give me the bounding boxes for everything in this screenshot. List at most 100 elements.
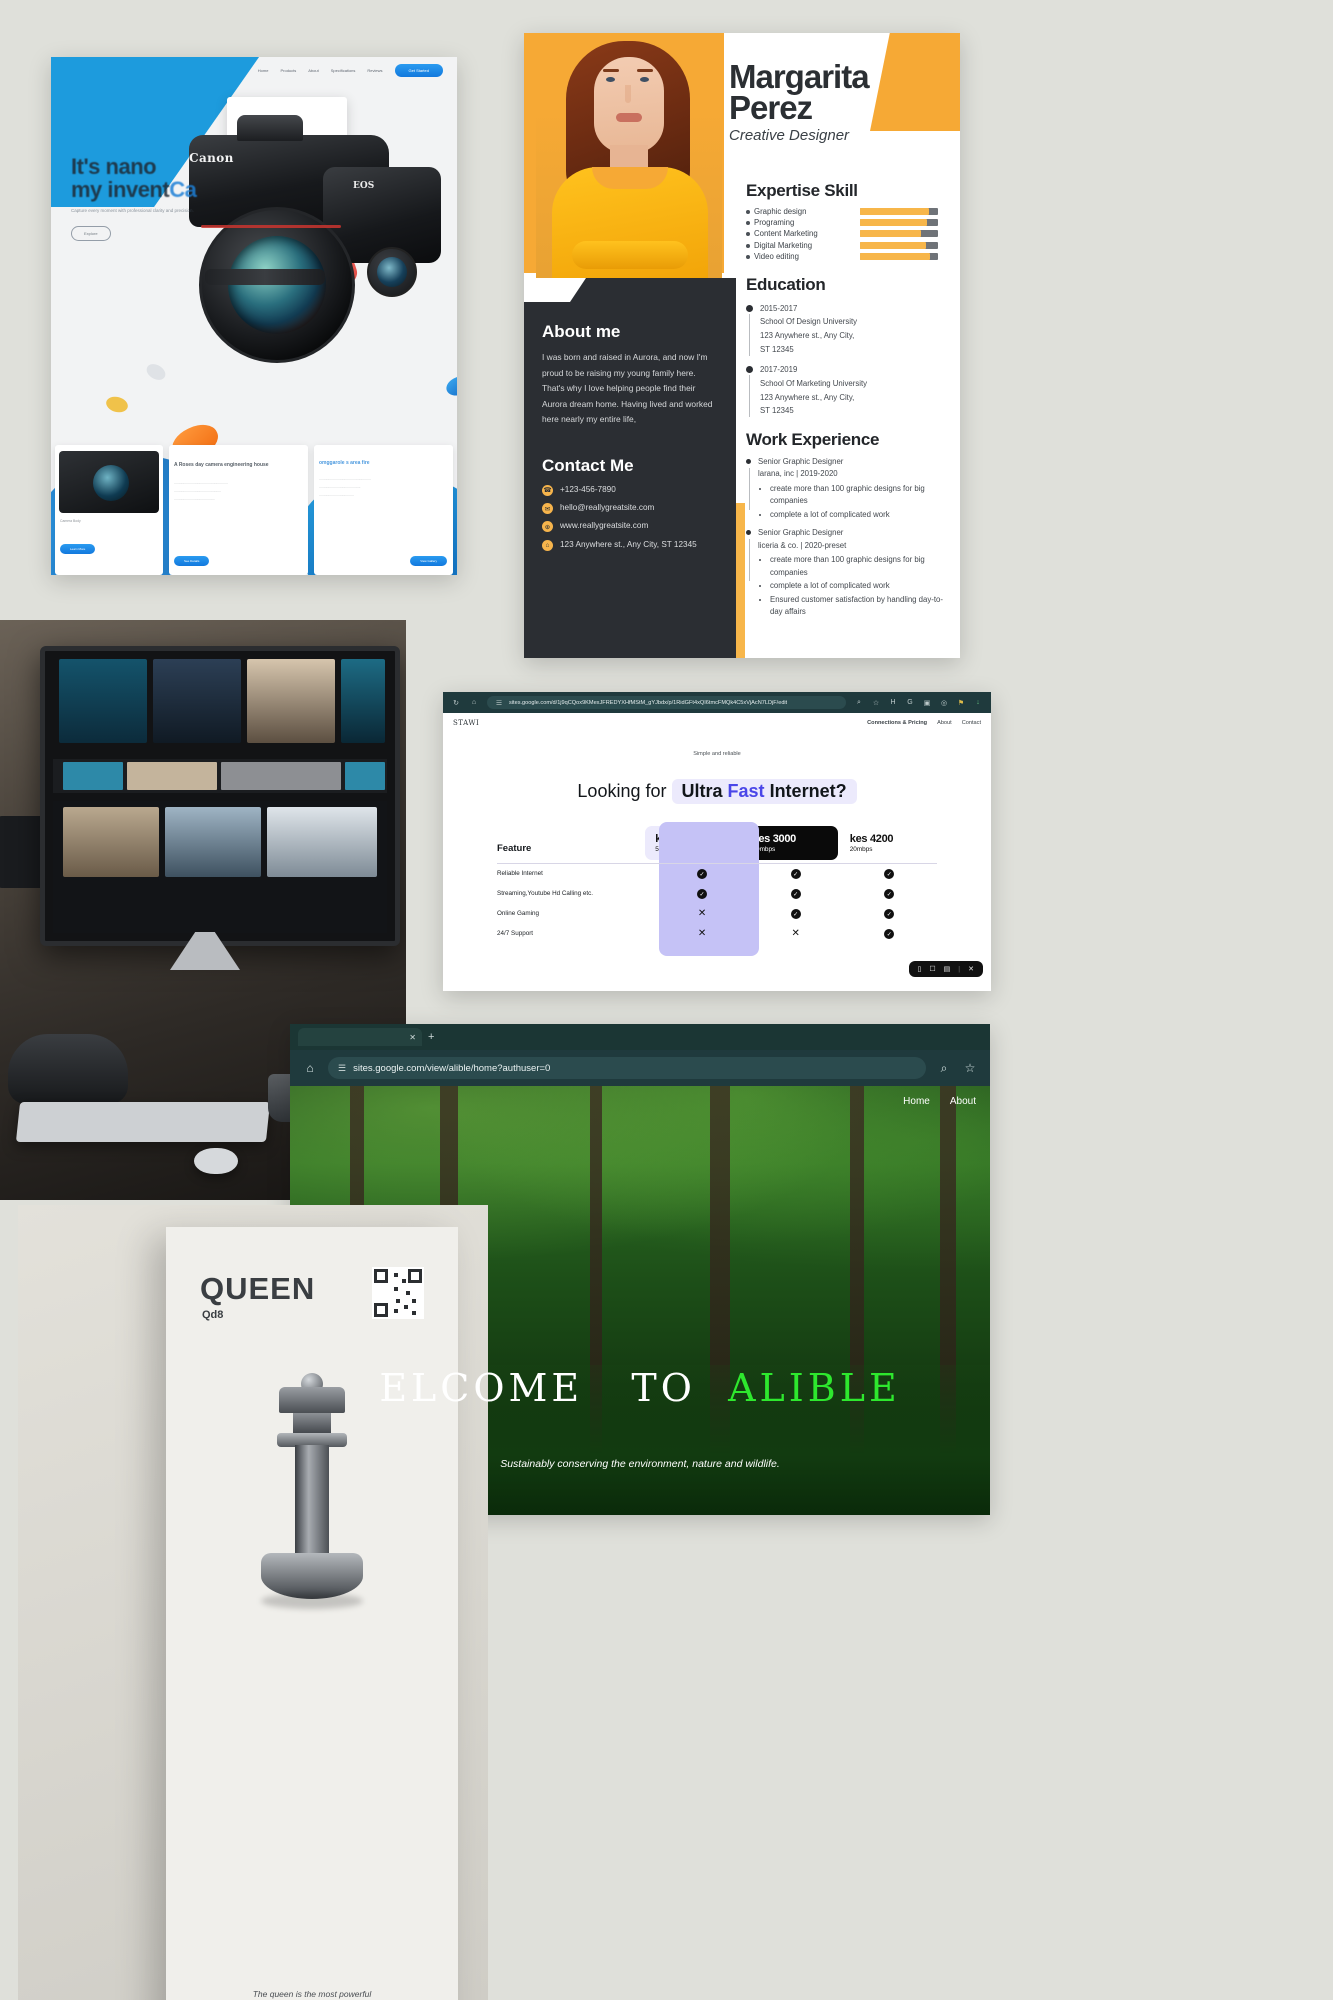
thumbnail-card-1[interactable]: Camera Body Learn More: [55, 445, 163, 575]
decor-blob-grey-1: [143, 360, 169, 384]
new-tab-icon[interactable]: +: [428, 1031, 434, 1043]
extensions-icon[interactable]: ▣: [922, 698, 932, 708]
resume-yellow-strip-decor: [736, 503, 745, 658]
tablet-icon[interactable]: ☐: [929, 965, 935, 973]
star-icon[interactable]: ☆: [871, 698, 881, 708]
feature-cell: ✓: [656, 869, 748, 879]
history-icon[interactable]: H: [888, 698, 898, 708]
feature-cell: ✓: [656, 889, 748, 899]
get-started-button[interactable]: Get Started: [394, 63, 443, 77]
site-nav-connections-pricing[interactable]: Connections & Pricing: [867, 720, 927, 726]
canon-landing-page-card[interactable]: Home Products About Specifications Revie…: [51, 57, 457, 575]
contact-row-email[interactable]: ✉ hello@reallygreatsite.com: [542, 502, 720, 515]
alible-site-nav[interactable]: Home About: [903, 1096, 976, 1107]
skill-name: Digital Marketing: [754, 240, 813, 250]
queen-chess-poster: QUEEN Qd8 The queen is the most powerful: [18, 1205, 488, 2000]
education-years: 2015-2017: [760, 303, 798, 313]
skill-row: Programing: [746, 218, 948, 227]
star-icon[interactable]: ☆: [962, 1061, 978, 1075]
pricing-table: Feature kes 1500 5mbps kes 3000 10mbps k…: [497, 822, 937, 956]
cross-icon: ✕: [697, 908, 707, 919]
home-icon[interactable]: ⌂: [302, 1061, 318, 1075]
headline-prefix: Looking for: [577, 781, 667, 801]
site-nav-about[interactable]: About: [937, 720, 952, 726]
hero-explore-button[interactable]: Explore: [71, 225, 111, 241]
phone-icon[interactable]: ▯: [918, 965, 922, 973]
poster-frame: QUEEN Qd8 The queen is the most powerful: [166, 1227, 458, 2000]
canon-navbar[interactable]: Home Products About Specifications Revie…: [51, 57, 457, 83]
canon-hero-text: It's nano my inventCa Capture every mome…: [71, 155, 221, 241]
feature-cell: ✕: [656, 909, 748, 919]
check-icon: ✓: [884, 869, 895, 879]
lens-focus-ring: [205, 269, 325, 285]
thumbnail-card-2[interactable]: A Roses day camera engineering house ...…: [169, 445, 308, 575]
check-icon: ✓: [884, 889, 895, 899]
editor-thumbnail: [165, 807, 261, 877]
device-preview-toolbar[interactable]: ▯ ☐ ▤ | ✕: [908, 961, 983, 977]
download-icon[interactable]: ↓: [973, 698, 983, 708]
portrait-nose: [625, 85, 631, 103]
nav-item-home[interactable]: Home: [258, 68, 269, 73]
thumbnail-button-3[interactable]: View Gallery: [410, 549, 447, 567]
video-preview-clip: [59, 659, 147, 743]
browser-toolbar[interactable]: ↻ ⌂ ☰ sites.google.com/d/1j9qCQox9KMexJF…: [443, 692, 991, 713]
hero-title-line2: my invent: [71, 177, 170, 203]
address-bar[interactable]: ☰ sites.google.com/d/1j9qCQox9KMexJFREDY…: [487, 696, 846, 709]
education-years: 2017-2019: [760, 365, 798, 375]
table-row: 24/7 Support ✕ ✕ ✓: [497, 924, 937, 944]
mouse-object: [194, 1148, 238, 1174]
thumbnail-button-2[interactable]: See Details: [174, 549, 210, 567]
browser-tab[interactable]: ✕: [298, 1028, 422, 1046]
feature-label: Reliable Internet: [497, 869, 543, 877]
site-nav-about[interactable]: About: [950, 1096, 976, 1107]
work-meta: liceria & co. | 2020-preset: [758, 540, 847, 550]
share-icon[interactable]: ◎: [939, 698, 949, 708]
timeline-dot-icon: [746, 458, 751, 510]
tune-icon[interactable]: ☰: [494, 698, 504, 708]
resume-portrait-photo: [536, 33, 722, 278]
close-icon[interactable]: ✕: [409, 1033, 416, 1042]
zoom-icon[interactable]: ⌕: [854, 698, 864, 708]
education-item: 2017-2019 School Of Marketing University…: [746, 363, 948, 418]
nav-item-about[interactable]: About: [308, 68, 318, 73]
thumbnail-title-2: A Roses day camera engineering house: [174, 462, 269, 468]
site-nav-contact[interactable]: Contact: [962, 720, 981, 726]
nav-item-products[interactable]: Products: [280, 68, 296, 73]
thumbnail-button-1[interactable]: Learn More: [60, 537, 96, 555]
close-icon[interactable]: ✕: [968, 965, 974, 973]
google-sites-browser-window[interactable]: ↻ ⌂ ☰ sites.google.com/d/1j9qCQox9KMexJF…: [443, 692, 991, 991]
nav-item-reviews[interactable]: Reviews: [367, 68, 382, 73]
thumbnail-card-3[interactable]: omggarole s area fire ..................…: [314, 445, 453, 575]
browser-omnibox-row[interactable]: ⌂ ☰ sites.google.com/view/alible/home?au…: [290, 1050, 990, 1086]
check-icon: ✓: [697, 889, 708, 899]
zoom-icon[interactable]: ⌕: [936, 1061, 952, 1076]
site-nav-home[interactable]: Home: [903, 1096, 930, 1107]
plan-card-4200[interactable]: kes 4200 20mbps: [839, 826, 935, 860]
bookmark-flag-icon[interactable]: ⚑: [956, 698, 966, 708]
education-address1: 123 Anywhere st., Any City,: [760, 392, 855, 402]
education-item: 2015-2017 School Of Design University 12…: [746, 302, 948, 357]
contact-row-address[interactable]: ⌂ 123 Anywhere st., Any City, ST 12345: [542, 539, 720, 551]
work-item: Senior Graphic Designer larana, inc | 20…: [746, 456, 948, 522]
home-icon[interactable]: ⌂: [469, 698, 479, 708]
grid-icon[interactable]: G: [905, 698, 915, 708]
reload-icon[interactable]: ↻: [451, 698, 461, 708]
chess-queen-piece: [253, 1373, 371, 1637]
poster-caption: The queen is the most powerful piece in …: [166, 1987, 458, 2000]
work-bullet: create more than 100 graphic designs for…: [770, 554, 948, 579]
nav-item-specifications[interactable]: Specifications: [331, 68, 356, 73]
site-navbar[interactable]: STAWI Connections & Pricing About Contac…: [443, 713, 991, 727]
tune-icon[interactable]: ☰: [338, 1063, 346, 1074]
browser-action-icons[interactable]: ⌕ ☆ H G ▣ ◎ ⚑ ↓: [854, 698, 983, 708]
check-icon: ✓: [884, 929, 895, 939]
address-bar[interactable]: ☰ sites.google.com/view/alible/home?auth…: [328, 1057, 926, 1079]
desktop-icon[interactable]: ▤: [944, 965, 951, 973]
contact-row-phone[interactable]: ☎ +123-456-7890: [542, 484, 720, 496]
browser-tab-strip[interactable]: ✕ +: [290, 1024, 990, 1050]
video-preview-clip: [341, 659, 385, 743]
skill-row: Digital Marketing: [746, 241, 948, 250]
plan-speed: 20mbps: [849, 846, 873, 853]
contact-row-website[interactable]: ⊕ www.reallygreatsite.com: [542, 520, 720, 533]
expertise-heading: Expertise Skill: [746, 181, 858, 200]
keyboard-object: [15, 1102, 271, 1142]
